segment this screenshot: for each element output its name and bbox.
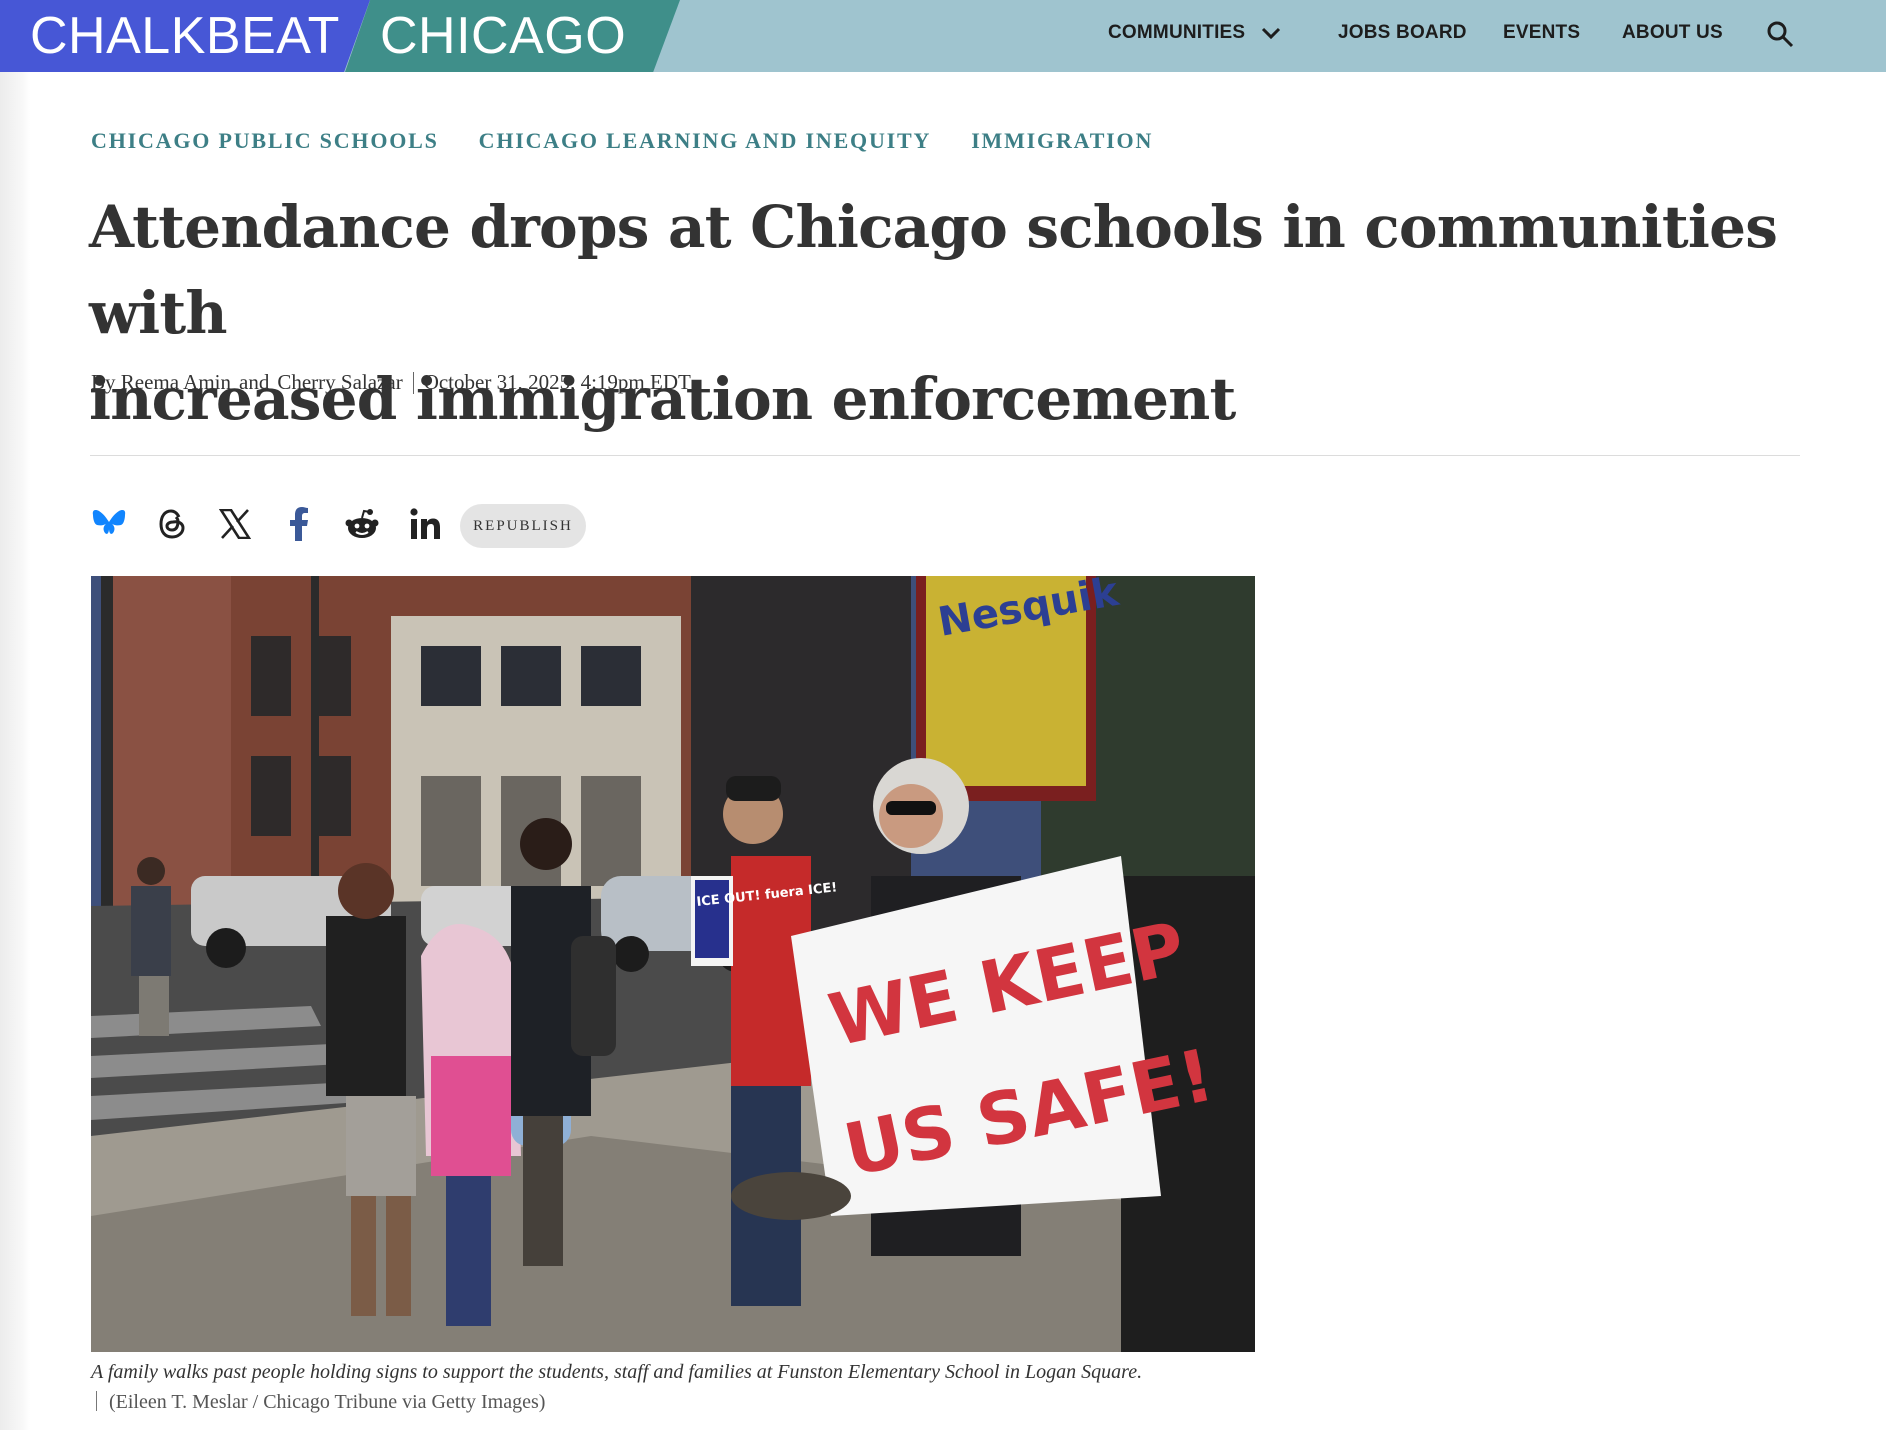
facebook-icon[interactable] (280, 505, 318, 543)
republish-button[interactable]: REPUBLISH (460, 504, 586, 548)
author-link-cherry-salazar[interactable]: Cherry Salazar (277, 370, 402, 395)
tag-chicago-public-schools[interactable]: CHICAGO PUBLIC SCHOOLS (91, 128, 439, 154)
tag-immigration[interactable]: IMMIGRATION (971, 128, 1153, 154)
logo-chalkbeat[interactable]: CHALKBEAT (0, 0, 370, 72)
article-tags: CHICAGO PUBLIC SCHOOLS CHICAGO LEARNING … (91, 128, 1153, 154)
tag-learning-and-inequity[interactable]: CHICAGO LEARNING AND INEQUITY (479, 128, 932, 154)
nav-jobs-board[interactable]: JOBS BOARD (1338, 22, 1467, 44)
photo-credit-text: (Eileen T. Meslar / Chicago Tribune via … (109, 1391, 546, 1413)
photo-credit: (Eileen T. Meslar / Chicago Tribune via … (91, 1387, 545, 1417)
credit-divider (96, 1391, 97, 1411)
site-header: CHALKBEAT CHICAGO COMMUNITIES JOBS BOARD… (0, 0, 1886, 72)
nav-about-us[interactable]: ABOUT US (1622, 22, 1723, 44)
photo-illustration: Nesquik ICE OUT! fuera ICE! WE KEEP US S… (91, 576, 1255, 1352)
divider (90, 455, 1800, 456)
search-icon[interactable] (1766, 20, 1794, 48)
site-logo[interactable]: CHALKBEAT CHICAGO (0, 0, 680, 72)
headline-line-1: Attendance drops at Chicago schools in c… (89, 193, 1778, 347)
article-photo: Nesquik ICE OUT! fuera ICE! WE KEEP US S… (91, 576, 1255, 1352)
x-icon[interactable] (216, 505, 254, 543)
logo-chicago[interactable]: CHICAGO (345, 0, 680, 72)
nav-communities[interactable]: COMMUNITIES (1108, 22, 1245, 44)
bluesky-icon[interactable] (90, 505, 128, 543)
byline: By Reema Amin and Cherry Salazar October… (91, 370, 691, 395)
publish-date: October 31, 2025, 4:19pm EDT (423, 370, 691, 394)
photo-caption: A family walks past people holding signs… (91, 1361, 1143, 1383)
chevron-down-icon[interactable] (1260, 22, 1282, 44)
nav-events[interactable]: EVENTS (1503, 22, 1580, 44)
linkedin-icon[interactable] (406, 505, 444, 543)
page-gutter (0, 72, 30, 1430)
author-link-reema-amin[interactable]: Reema Amin (121, 370, 231, 395)
byline-divider (412, 371, 414, 394)
byline-prefix: By (91, 370, 116, 394)
threads-icon[interactable] (153, 505, 191, 543)
byline-conjunction: and (239, 370, 270, 394)
article-headline: Attendance drops at Chicago schools in c… (89, 184, 1829, 442)
reddit-icon[interactable] (343, 505, 381, 543)
